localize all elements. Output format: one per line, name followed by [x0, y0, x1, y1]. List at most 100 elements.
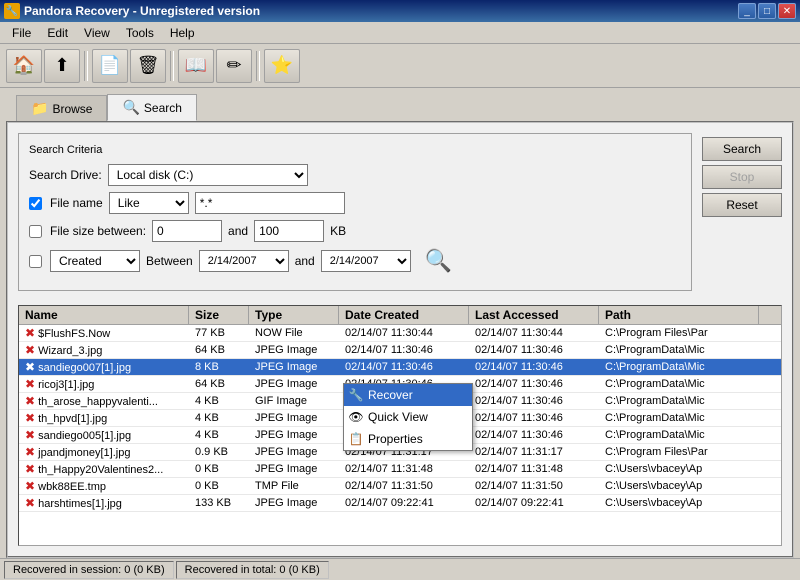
pattern-input[interactable]: [195, 192, 345, 214]
file-icon: ✖: [25, 479, 35, 493]
cell-path: C:\ProgramData\Mic: [599, 360, 759, 374]
cell-path: C:\ProgramData\Mic: [599, 394, 759, 408]
toolbar-separator-1: [84, 51, 88, 81]
tab-search[interactable]: 🔍 Search: [107, 94, 196, 121]
size-max-input[interactable]: [254, 220, 324, 242]
date-from-select[interactable]: 2/14/2007: [199, 250, 289, 272]
context-quickview-label: Quick View: [368, 410, 428, 424]
cell-path: C:\Program Files\Par: [599, 326, 759, 340]
table-row[interactable]: ✖ wbk88EE.tmp 0 KB TMP File 02/14/07 11:…: [19, 478, 781, 495]
context-menu-properties[interactable]: 📋 Properties: [344, 428, 472, 450]
criteria-title: Search Criteria: [29, 144, 681, 156]
col-header-type[interactable]: Type: [249, 306, 339, 324]
col-header-size[interactable]: Size: [189, 306, 249, 324]
close-button[interactable]: ✕: [778, 3, 796, 19]
col-header-accessed[interactable]: Last Accessed: [469, 306, 599, 324]
cell-size: 64 KB: [189, 343, 249, 357]
toolbar-open-button[interactable]: 📄: [92, 49, 128, 83]
filename-checkbox[interactable]: [29, 197, 42, 210]
menu-file[interactable]: File: [4, 24, 39, 42]
cell-date: 02/14/07 11:30:46: [339, 360, 469, 374]
cell-name: ✖ $FlushFS.Now: [19, 325, 189, 341]
cell-path: C:\Users\vbacey\Ap: [599, 462, 759, 476]
filter-select[interactable]: Like Equal Not Like: [109, 192, 189, 214]
cell-type: JPEG Image: [249, 360, 339, 374]
table-row[interactable]: ✖ harshtimes[1].jpg 133 KB JPEG Image 02…: [19, 495, 781, 512]
cell-type: JPEG Image: [249, 445, 339, 459]
file-icon: ✖: [25, 343, 35, 357]
stop-button[interactable]: Stop: [702, 165, 782, 189]
filename-label: File name: [50, 196, 103, 210]
filesize-checkbox[interactable]: [29, 225, 42, 238]
size-min-input[interactable]: [152, 220, 222, 242]
cell-type: NOW File: [249, 326, 339, 340]
date-to-select[interactable]: 2/14/2007: [321, 250, 411, 272]
cell-name: ✖ ricoj3[1].jpg: [19, 376, 189, 392]
table-row[interactable]: ✖ sandiego007[1].jpg 8 KB JPEG Image 02/…: [19, 359, 781, 376]
toolbar-book-button[interactable]: 📖: [178, 49, 214, 83]
cell-name: ✖ th_Happy20Valentines2...: [19, 461, 189, 477]
cell-name: ✖ th_arose_happyvalenti...: [19, 393, 189, 409]
toolbar-up-button[interactable]: ⬆: [44, 49, 80, 83]
title-bar-text: Pandora Recovery - Unregistered version: [24, 4, 260, 18]
file-icon: ✖: [25, 394, 35, 408]
status-bar: Recovered in session: 0 (0 KB) Recovered…: [0, 558, 800, 580]
toolbar-separator-3: [256, 51, 260, 81]
col-header-name[interactable]: Name: [19, 306, 189, 324]
menu-edit[interactable]: Edit: [39, 24, 76, 42]
minimize-button[interactable]: _: [738, 3, 756, 19]
title-bar-buttons: _ □ ✕: [738, 3, 796, 19]
cell-path: C:\ProgramData\Mic: [599, 343, 759, 357]
toolbar-separator-2: [170, 51, 174, 81]
menu-view[interactable]: View: [76, 24, 118, 42]
drive-select[interactable]: Local disk (C:): [108, 164, 308, 186]
and-label-1: and: [228, 224, 248, 238]
file-icon: ✖: [25, 377, 35, 391]
maximize-button[interactable]: □: [758, 3, 776, 19]
menu-help[interactable]: Help: [162, 24, 203, 42]
context-recover-label: Recover: [368, 388, 413, 402]
size-unit: KB: [330, 224, 346, 238]
drive-label: Search Drive:: [29, 168, 102, 182]
date-checkbox[interactable]: [29, 255, 42, 268]
cell-date: 02/14/07 11:31:48: [339, 462, 469, 476]
toolbar-star-button[interactable]: ⭐: [264, 49, 300, 83]
cell-size: 4 KB: [189, 428, 249, 442]
search-criteria-box: Search Criteria Search Drive: Local disk…: [18, 133, 692, 291]
table-row[interactable]: ✖ Wizard_3.jpg 64 KB JPEG Image 02/14/07…: [19, 342, 781, 359]
col-header-path[interactable]: Path: [599, 306, 759, 324]
file-icon: ✖: [25, 428, 35, 442]
file-icon: ✖: [25, 496, 35, 510]
toolbar-delete-button[interactable]: 🗑: [130, 49, 166, 83]
search-tab-icon: 🔍: [122, 99, 139, 116]
table-row[interactable]: ✖ th_Happy20Valentines2... 0 KB JPEG Ima…: [19, 461, 781, 478]
scrollbar-header-spacer: [759, 306, 775, 324]
filesize-row: File size between: and KB: [29, 220, 681, 242]
recover-icon: 🔧: [348, 387, 364, 403]
status-total: Recovered in total: 0 (0 KB): [176, 561, 329, 579]
cell-size: 133 KB: [189, 496, 249, 510]
cell-date: 02/14/07 09:22:41: [339, 496, 469, 510]
cell-path: C:\Users\vbacey\Ap: [599, 496, 759, 510]
cell-size: 64 KB: [189, 377, 249, 391]
quickview-icon: 👁: [348, 409, 364, 425]
cell-date: 02/14/07 11:30:44: [339, 326, 469, 340]
context-menu-quickview[interactable]: 👁 Quick View: [344, 406, 472, 428]
cell-accessed: 02/14/07 11:31:17: [469, 445, 599, 459]
search-button[interactable]: Search: [702, 137, 782, 161]
context-menu-recover[interactable]: 🔧 Recover: [344, 384, 472, 406]
tab-browse[interactable]: 📁 Browse: [16, 95, 107, 121]
cell-size: 8 KB: [189, 360, 249, 374]
cell-name: ✖ wbk88EE.tmp: [19, 478, 189, 494]
cell-path: C:\ProgramData\Mic: [599, 377, 759, 391]
file-icon: ✖: [25, 445, 35, 459]
date-type-select[interactable]: Created Modified Accessed: [50, 250, 140, 272]
reset-button[interactable]: Reset: [702, 193, 782, 217]
toolbar-pen-button[interactable]: ✏: [216, 49, 252, 83]
menu-tools[interactable]: Tools: [118, 24, 162, 42]
toolbar-home-button[interactable]: 🏠: [6, 49, 42, 83]
tab-search-label: Search: [144, 101, 182, 115]
col-header-date[interactable]: Date Created: [339, 306, 469, 324]
table-row[interactable]: ✖ $FlushFS.Now 77 KB NOW File 02/14/07 1…: [19, 325, 781, 342]
between-label: Between: [146, 254, 193, 268]
